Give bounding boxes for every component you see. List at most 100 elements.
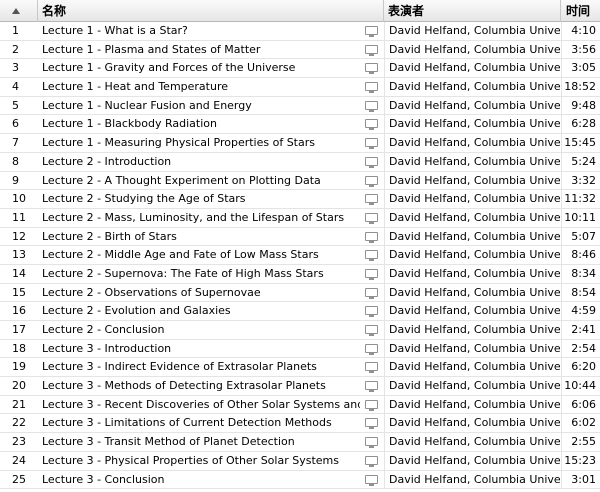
table-row[interactable]: 3 Lecture 1 - Gravity and Forces of the U…: [0, 59, 600, 79]
table-row[interactable]: 7 Lecture 1 - Measuring Physical Properti…: [0, 134, 600, 153]
video-indicator: [362, 153, 382, 171]
monitor-icon: [365, 175, 378, 187]
table-row[interactable]: 9 Lecture 2 - A Thought Experiment on Plo…: [0, 171, 600, 191]
table-row[interactable]: 25 Lecture 3 - Conclusion David Helfand, C…: [0, 470, 600, 490]
track-performer: David Helfand, Columbia University: [384, 134, 561, 152]
monitor-icon: [365, 100, 378, 112]
table-row[interactable]: 4 Lecture 1 - Heat and Temperature David H…: [0, 78, 600, 97]
table-row[interactable]: 10 Lecture 2 - Studying the Age of Stars D…: [0, 190, 600, 209]
track-time: 10:44: [561, 377, 600, 395]
track-number: 13: [12, 248, 26, 262]
table-row[interactable]: 6 Lecture 1 - Blackbody Radiation David He…: [0, 115, 600, 135]
track-number: 3: [12, 61, 19, 75]
table-row[interactable]: 15 Lecture 2 - Observations of Supernovae…: [0, 283, 600, 303]
track-performer: David Helfand, Columbia University: [384, 227, 561, 246]
track-performer: David Helfand, Columbia University: [384, 40, 561, 59]
table-row[interactable]: 18 Lecture 3 - Introduction David Helfand,…: [0, 339, 600, 359]
track-number: 18: [12, 341, 26, 355]
video-indicator: [362, 41, 382, 59]
track-number: 22: [12, 416, 26, 430]
video-indicator: [362, 78, 382, 96]
table-row[interactable]: 23 Lecture 3 - Transit Method of Planet D…: [0, 433, 600, 452]
track-time: 6:28: [561, 115, 600, 134]
track-number: 5: [12, 98, 19, 112]
table-row[interactable]: 24 Lecture 3 - Physical Properties of Oth…: [0, 451, 600, 471]
track-time: 6:20: [561, 358, 600, 377]
table-row[interactable]: 14 Lecture 2 - Supernova: The Fate of Hig…: [0, 264, 600, 284]
track-performer: David Helfand, Columbia University: [384, 339, 561, 358]
track-performer: David Helfand, Columbia University: [384, 171, 561, 190]
track-time: 2:55: [561, 433, 600, 451]
track-name: Lecture 2 - Conclusion: [42, 323, 165, 336]
track-name: Lecture 2 - Mass, Luminosity, and the Li…: [42, 210, 345, 224]
track-performer: David Helfand, Columbia University: [384, 302, 561, 320]
video-indicator: [362, 377, 382, 395]
table-row[interactable]: 13 Lecture 2 - Middle Age and Fate of Low…: [0, 246, 600, 265]
track-time: 15:23: [561, 451, 600, 470]
table-row[interactable]: 21 Lecture 3 - Recent Discoveries of Othe…: [0, 395, 600, 415]
video-indicator: [362, 115, 382, 133]
video-indicator: [362, 414, 382, 432]
column-header-row: 名称 表演者 时间: [0, 0, 600, 22]
video-indicator: [362, 228, 382, 246]
monitor-icon: [365, 156, 378, 168]
monitor-icon: [365, 418, 378, 430]
column-header-number[interactable]: [0, 0, 38, 22]
monitor-icon: [365, 381, 378, 393]
track-time: 15:45: [561, 134, 600, 152]
table-row[interactable]: 8 Lecture 2 - Introduction David Helfand, …: [0, 152, 600, 172]
column-header-name[interactable]: 名称: [38, 0, 384, 22]
monitor-icon: [365, 362, 378, 374]
video-indicator: [362, 134, 382, 152]
track-number: 24: [12, 453, 26, 467]
track-time: 8:54: [561, 283, 600, 302]
table-row[interactable]: 16 Lecture 2 - Evolution and Galaxies Davi…: [0, 302, 600, 321]
table-row[interactable]: 2 Lecture 1 - Plasma and States of Matter…: [0, 40, 600, 60]
monitor-icon: [365, 119, 378, 131]
track-number: 16: [12, 304, 26, 318]
table-row[interactable]: 12 Lecture 2 - Birth of Stars David Helfan…: [0, 227, 600, 247]
table-row[interactable]: 11 Lecture 2 - Mass, Luminosity, and the …: [0, 208, 600, 228]
track-performer: David Helfand, Columbia University: [384, 414, 561, 433]
column-header-performer[interactable]: 表演者: [384, 0, 561, 22]
track-number: 19: [12, 360, 26, 374]
track-performer: David Helfand, Columbia University: [384, 59, 561, 78]
track-performer: David Helfand, Columbia University: [384, 264, 561, 283]
video-indicator: [362, 433, 382, 451]
table-row[interactable]: 1 Lecture 1 - What is a Star? David Helfan…: [0, 22, 600, 41]
video-indicator: [362, 246, 382, 264]
track-number: 4: [12, 80, 19, 94]
table-row[interactable]: 20 Lecture 3 - Methods of Detecting Extra…: [0, 377, 600, 396]
table-row[interactable]: 22 Lecture 3 - Limitations of Current Det…: [0, 414, 600, 434]
track-performer: David Helfand, Columbia University: [384, 470, 561, 489]
monitor-icon: [365, 82, 378, 94]
track-number: 7: [12, 136, 19, 150]
track-performer: David Helfand, Columbia University: [384, 283, 561, 302]
track-name: Lecture 3 - Recent Discoveries of Other …: [42, 397, 360, 411]
track-performer: David Helfand, Columbia University: [384, 190, 561, 208]
track-time: 6:02: [561, 414, 600, 433]
monitor-icon: [365, 250, 378, 262]
video-indicator: [362, 284, 382, 302]
track-number: 20: [12, 379, 26, 393]
track-name: Lecture 1 - Nuclear Fusion and Energy: [42, 98, 252, 112]
monitor-icon: [365, 325, 378, 336]
track-number: 14: [12, 266, 26, 280]
track-number: 10: [12, 192, 26, 206]
video-indicator: [362, 302, 382, 320]
table-row[interactable]: 19 Lecture 3 - Indirect Evidence of Extra…: [0, 358, 600, 378]
video-indicator: [362, 59, 382, 77]
track-list-table: 名称 表演者 时间 1 Lecture 1 - What is a Star? Da…: [0, 0, 600, 492]
track-number: 25: [12, 472, 26, 486]
track-name: Lecture 1 - Blackbody Radiation: [42, 117, 217, 131]
track-performer: David Helfand, Columbia University: [384, 96, 561, 115]
track-performer: David Helfand, Columbia University: [384, 395, 561, 414]
table-row[interactable]: 5 Lecture 1 - Nuclear Fusion and Energy Da…: [0, 96, 600, 116]
track-number: 11: [12, 210, 26, 224]
column-header-time[interactable]: 时间: [561, 0, 600, 22]
track-time: 3:32: [561, 171, 600, 190]
video-indicator: [362, 358, 382, 376]
track-name: Lecture 3 - Indirect Evidence of Extraso…: [42, 360, 317, 374]
track-name: Lecture 2 - Studying the Age of Stars: [42, 192, 246, 206]
table-row[interactable]: 17 Lecture 2 - Conclusion David Helfand, C…: [0, 321, 600, 340]
